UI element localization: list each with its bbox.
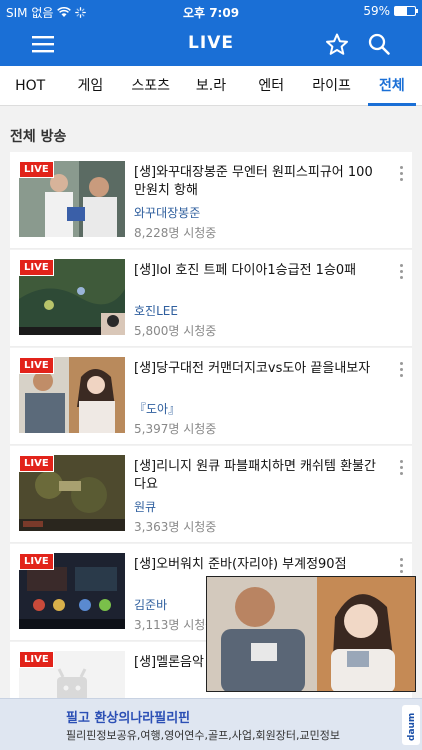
stream-title[interactable]: [생]와꾸대장봉준 무엔터 원피스피규어 100만원치 항해 <box>134 164 384 200</box>
list-item[interactable]: LIVE [생]lol 호진 트페 다이아1승급전 1승0패 호진LEE 5,8… <box>10 250 412 347</box>
viewer-count: 8,228명 시청중 <box>134 226 217 240</box>
search-icon <box>368 33 390 55</box>
more-options-icon[interactable] <box>398 558 404 576</box>
more-options-icon[interactable] <box>398 460 404 478</box>
section-title: 전체 방송 <box>10 129 67 145</box>
page-title: LIVE <box>188 33 234 53</box>
mini-player-video <box>207 577 415 691</box>
stream-thumbnail[interactable]: LIVE <box>19 161 125 237</box>
stream-thumbnail[interactable]: LIVE <box>19 455 125 531</box>
tab-sports[interactable]: 스포츠 <box>121 66 181 105</box>
live-badge: LIVE <box>19 651 54 668</box>
stream-thumbnail[interactable]: LIVE <box>19 259 125 335</box>
more-options-icon[interactable] <box>398 264 404 282</box>
stream-title[interactable]: [생]lol 호진 트페 다이아1승급전 1승0패 <box>134 262 384 280</box>
tab-entertainment[interactable]: 엔터 <box>241 66 301 105</box>
live-badge: LIVE <box>19 259 54 276</box>
live-badge: LIVE <box>19 357 54 374</box>
channel-name[interactable]: 『도아』 <box>134 400 180 417</box>
viewer-count: 5,397명 시청중 <box>134 422 217 436</box>
viewer-count: 5,800명 시청중 <box>134 324 217 338</box>
channel-name[interactable]: 김준바 <box>134 596 167 613</box>
stream-title[interactable]: [생]당구대전 커맨더지코vs도아 끝을내보자 <box>134 360 384 378</box>
status-bar: SIM 없음 오후 7:09 59% <box>0 0 422 22</box>
battery-percent: 59% <box>363 4 390 18</box>
live-badge: LIVE <box>19 455 54 472</box>
tab-game[interactable]: 게임 <box>60 66 120 105</box>
ad-headline[interactable]: 필고 환상의나라필리핀 <box>66 707 190 726</box>
list-item[interactable]: LIVE [생]와꾸대장봉준 무엔터 원피스피규어 100만원치 항해 와꾸대장… <box>10 152 412 249</box>
stream-thumbnail[interactable]: LIVE <box>19 553 125 629</box>
stream-title[interactable]: [생]오버워치 준바(자리야) 부계정90점 <box>134 556 384 574</box>
star-icon <box>326 33 348 55</box>
channel-name[interactable]: 와꾸대장봉준 <box>134 204 200 221</box>
clock: 오후 7:09 <box>182 6 240 20</box>
app-header: LIVE <box>0 22 422 66</box>
more-options-icon[interactable] <box>398 362 404 380</box>
favorites-button[interactable] <box>322 30 352 58</box>
battery-icon <box>394 6 418 16</box>
list-item[interactable]: LIVE [생]리니지 원큐 파블패치하면 캐쉬템 환불간다요 원큐 3,363… <box>10 446 412 543</box>
live-badge: LIVE <box>19 553 54 570</box>
stream-title[interactable]: [생]리니지 원큐 파블패치하면 캐쉬템 환불간다요 <box>134 458 384 494</box>
channel-name[interactable]: 호진LEE <box>134 302 178 319</box>
channel-name[interactable]: 원큐 <box>134 498 156 515</box>
category-tabs: HOT 게임 스포츠 보.라 엔터 라이프 전체 <box>0 66 422 106</box>
search-button[interactable] <box>364 30 394 58</box>
tab-life[interactable]: 라이프 <box>301 66 361 105</box>
ad-banner[interactable]: 필고 환상의나라필리핀 필리핀정보공유,여행,영어연수,골프,사업,회원장터,교… <box>0 698 422 750</box>
viewer-count: 3,363명 시청중 <box>134 520 217 534</box>
tab-hot[interactable]: HOT <box>0 66 60 105</box>
tab-all[interactable]: 전체 <box>362 66 422 106</box>
more-options-icon[interactable] <box>398 166 404 184</box>
list-item[interactable]: LIVE [생]당구대전 커맨더지코vs도아 끝을내보자 『도아』 5,397명… <box>10 348 412 445</box>
ad-description[interactable]: 필리핀정보공유,여행,영어연수,골프,사업,회원장터,교민정보 <box>66 727 340 743</box>
mini-player[interactable] <box>206 576 416 692</box>
tab-bora[interactable]: 보.라 <box>181 66 241 105</box>
live-badge: LIVE <box>19 161 54 178</box>
viewer-count: 3,113명 시청중 <box>134 618 217 632</box>
daum-logo-icon: daum <box>402 705 420 745</box>
ad-logo-text: daum <box>407 713 417 741</box>
stream-thumbnail[interactable]: LIVE <box>19 357 125 433</box>
